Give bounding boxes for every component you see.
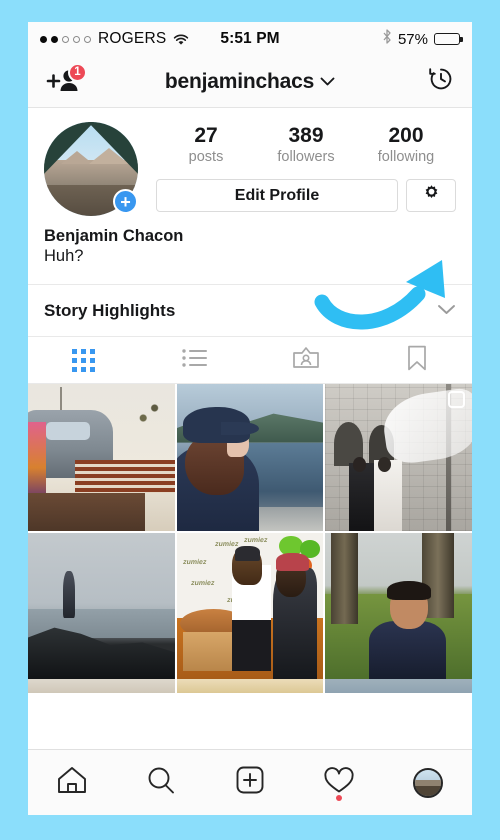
bio-text: Huh? bbox=[44, 247, 84, 265]
settings-gear-button[interactable] bbox=[406, 179, 456, 213]
add-person-button[interactable]: 1 bbox=[44, 62, 88, 98]
activity-badge-dot bbox=[335, 795, 342, 801]
gear-icon bbox=[421, 183, 442, 209]
stat-posts[interactable]: 27 posts bbox=[156, 124, 256, 165]
search-icon bbox=[145, 765, 177, 800]
profile-bio: Benjamin Chacon Huh? bbox=[44, 216, 456, 266]
following-count: 200 bbox=[388, 124, 424, 147]
grid-post-5[interactable]: zumiez zumiez zumiez zumiez zumiez bbox=[176, 532, 324, 680]
home-icon bbox=[56, 765, 88, 800]
grid-post-8[interactable] bbox=[176, 679, 324, 694]
content-tabs bbox=[28, 336, 472, 384]
following-label: following bbox=[377, 149, 435, 166]
full-name: Benjamin Chacon bbox=[44, 227, 184, 245]
stat-following[interactable]: 200 following bbox=[356, 124, 456, 165]
grid-post-9[interactable] bbox=[325, 679, 472, 694]
navigation-bar: 1 benjaminchacs bbox=[28, 56, 472, 108]
new-post-tab[interactable] bbox=[206, 750, 295, 815]
multi-post-icon bbox=[448, 391, 465, 408]
home-tab[interactable] bbox=[28, 750, 117, 815]
battery-icon bbox=[434, 32, 463, 46]
photo-grid: zumiez zumiez zumiez zumiez zumiez bbox=[28, 384, 472, 680]
edit-profile-button[interactable]: Edit Profile bbox=[156, 179, 398, 213]
tagged-tab[interactable] bbox=[250, 345, 361, 376]
list-icon bbox=[181, 347, 209, 374]
profile-tab[interactable] bbox=[383, 750, 472, 815]
grid-tab[interactable] bbox=[28, 348, 139, 372]
battery-percent-label: 57% bbox=[397, 30, 428, 48]
username-dropdown[interactable]: benjaminchacs bbox=[28, 70, 472, 94]
stat-followers[interactable]: 389 followers bbox=[256, 124, 356, 165]
search-tab[interactable] bbox=[117, 750, 206, 815]
activity-tab[interactable] bbox=[294, 750, 383, 815]
bottom-tab-bar bbox=[28, 749, 472, 815]
posts-label: posts bbox=[188, 149, 224, 166]
status-bar: ROGERS 5:51 PM 57% bbox=[28, 22, 472, 56]
grid-post-4[interactable] bbox=[28, 532, 175, 680]
story-highlights-title: Story Highlights bbox=[44, 300, 176, 320]
followers-count: 389 bbox=[288, 124, 324, 147]
grid-post-2[interactable] bbox=[176, 384, 324, 531]
bookmark-icon bbox=[407, 345, 427, 376]
add-story-badge[interactable]: + bbox=[113, 189, 138, 214]
username-label: benjaminchacs bbox=[164, 69, 315, 93]
photo-grid-partial-row bbox=[28, 679, 472, 694]
phone-screenshot: ROGERS 5:51 PM 57% 1 benjaminchacs + 27 … bbox=[28, 22, 472, 815]
chevron-down-icon bbox=[320, 73, 335, 91]
list-tab[interactable] bbox=[139, 347, 250, 374]
add-person-badge: 1 bbox=[68, 62, 87, 82]
saved-tab[interactable] bbox=[361, 345, 472, 376]
archive-button[interactable] bbox=[426, 64, 456, 99]
posts-count: 27 bbox=[194, 124, 218, 147]
grid-icon bbox=[72, 348, 95, 372]
grid-post-3[interactable] bbox=[325, 384, 472, 531]
status-bar-right: 57% bbox=[382, 29, 463, 49]
profile-avatar-icon bbox=[412, 767, 443, 798]
bluetooth-icon bbox=[382, 29, 392, 49]
profile-stats: 27 posts 389 followers 200 following bbox=[156, 124, 456, 165]
plus-square-icon bbox=[235, 765, 265, 800]
followers-label: followers bbox=[277, 149, 335, 166]
grid-post-1[interactable] bbox=[28, 384, 175, 531]
profile-header: + 27 posts 389 followers 200 following E… bbox=[28, 108, 472, 266]
story-highlights-section[interactable]: Story Highlights bbox=[28, 284, 472, 336]
tagged-person-icon bbox=[292, 345, 320, 376]
chevron-down-icon[interactable] bbox=[437, 302, 456, 320]
profile-avatar-button[interactable]: + bbox=[44, 122, 138, 216]
grid-post-7[interactable] bbox=[28, 679, 175, 694]
grid-post-6[interactable] bbox=[325, 532, 472, 680]
